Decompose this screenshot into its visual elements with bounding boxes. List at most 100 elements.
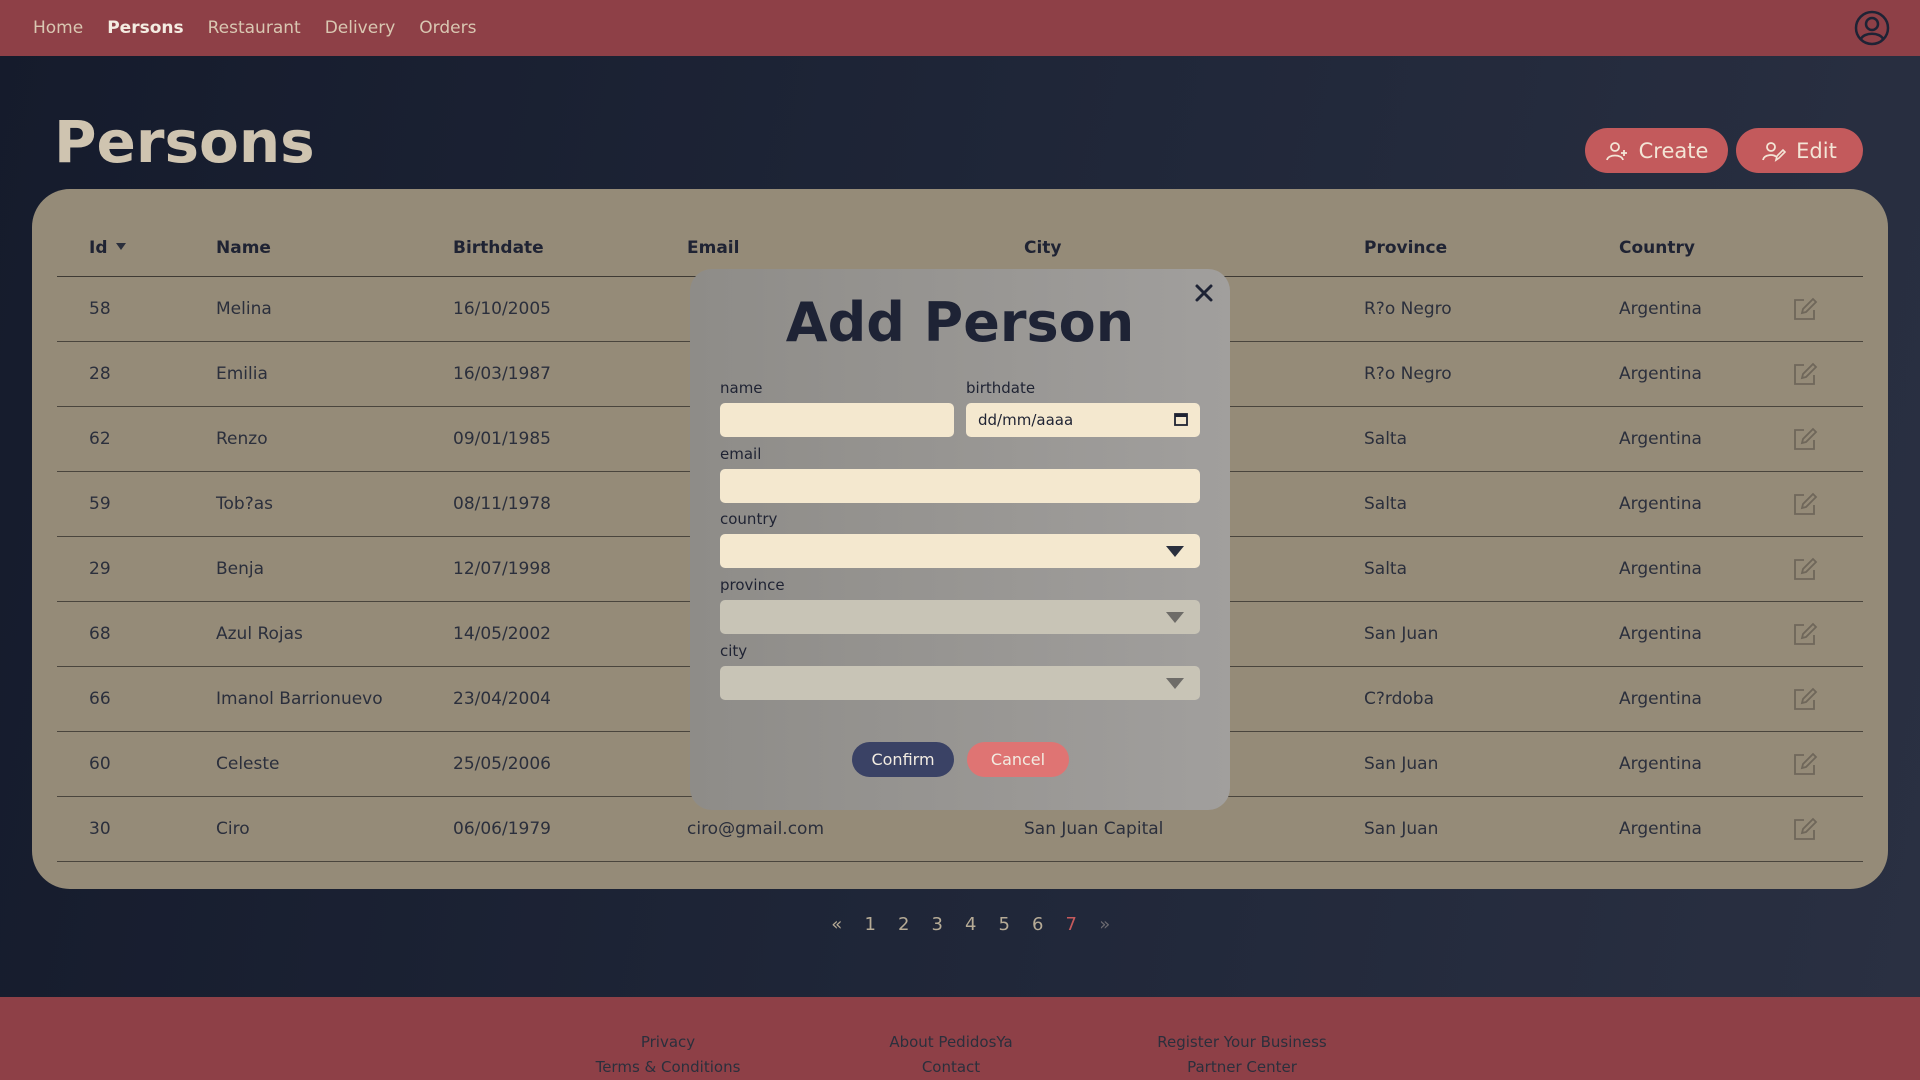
create-button[interactable]: Create [1585,128,1728,173]
column-header-name: Name [216,237,271,258]
cell-name: Celeste [216,754,280,774]
cell-province: Salta [1364,429,1408,449]
cell-name: Ciro [216,819,250,839]
create-button-label: Create [1638,138,1709,163]
country-select[interactable] [720,534,1200,568]
column-header-province: Province [1364,237,1448,258]
cell-id: 62 [89,429,111,449]
edit-row-icon[interactable] [1792,816,1818,842]
cell-id: 30 [89,819,111,839]
cell-name: Renzo [216,429,268,449]
cell-country: Argentina [1619,299,1702,319]
column-header-country: Country [1619,237,1695,258]
name-input[interactable] [720,403,954,437]
top-navbar: Home Persons Restaurant Delivery Orders [0,0,1920,56]
cell-id: 68 [89,624,111,644]
edit-row-icon[interactable] [1792,361,1818,387]
nav-item-delivery[interactable]: Delivery [325,18,396,38]
page-link-2[interactable]: 2 [887,914,921,935]
edit-row-icon[interactable] [1792,426,1818,452]
name-label: name [720,379,763,397]
cell-id: 66 [89,689,111,709]
page-link-3[interactable]: 3 [921,914,955,935]
cell-birthdate: 09/01/1985 [453,429,551,449]
cell-province: R?o Negro [1364,364,1452,384]
page-link-6[interactable]: 6 [1021,914,1055,935]
page-prev[interactable]: « [820,914,854,935]
cell-id: 28 [89,364,111,384]
cell-province: San Juan [1364,624,1439,644]
column-header-birthdate: Birthdate [453,237,544,258]
page-title: Persons [54,108,315,176]
cell-name: Tob?as [216,494,273,514]
footer-link-privacy[interactable]: Privacy [641,1033,695,1051]
email-input[interactable] [720,469,1200,503]
edit-row-icon[interactable] [1792,751,1818,777]
footer-link-contact[interactable]: Contact [922,1058,980,1076]
cell-country: Argentina [1619,754,1702,774]
cell-name: Melina [216,299,272,319]
cell-country: Argentina [1619,559,1702,579]
column-header-city: City [1024,237,1062,258]
province-select [720,600,1200,634]
cancel-button[interactable]: Cancel [967,742,1069,777]
country-label: country [720,510,778,528]
footer-link-terms[interactable]: Terms & Conditions [596,1058,741,1076]
cell-province: San Juan [1364,754,1439,774]
cell-name: Imanol Barrionuevo [216,689,383,709]
edit-button[interactable]: Edit [1736,128,1863,173]
sort-desc-icon[interactable] [115,242,126,250]
column-header-id[interactable]: Id [89,238,126,258]
city-label: city [720,642,748,660]
add-user-icon [1605,141,1627,160]
nav-item-restaurant[interactable]: Restaurant [208,18,301,38]
nav-item-home[interactable]: Home [33,18,83,38]
footer-link-partner-center[interactable]: Partner Center [1187,1058,1297,1076]
edit-row-icon[interactable] [1792,556,1818,582]
modal-title: Add Person [785,291,1135,354]
cell-id: 58 [89,299,111,319]
cell-birthdate: 06/06/1979 [453,819,551,839]
edit-row-icon[interactable] [1792,621,1818,647]
chevron-down-icon [1166,678,1184,689]
page-next: » [1099,913,1111,935]
cell-birthdate: 16/10/2005 [453,299,551,319]
cell-birthdate: 25/05/2006 [453,754,551,774]
cell-id: 29 [89,559,111,579]
nav-item-orders[interactable]: Orders [419,18,476,38]
cell-city: San Juan Capital [1024,819,1164,839]
page-link-4[interactable]: 4 [954,914,988,935]
email-label: email [720,445,762,463]
cell-country: Argentina [1619,494,1702,514]
birthdate-input[interactable]: dd/mm/aaaa [966,403,1200,437]
birthdate-placeholder: dd/mm/aaaa [978,411,1074,429]
edit-row-icon[interactable] [1792,686,1818,712]
cell-email: ciro@gmail.com [687,819,825,839]
edit-row-icon[interactable] [1792,296,1818,322]
edit-row-icon[interactable] [1792,491,1818,517]
cell-birthdate: 14/05/2002 [453,624,551,644]
footer-link-about[interactable]: About PedidosYa [889,1033,1012,1051]
user-account-icon[interactable] [1854,10,1890,46]
city-select [720,666,1200,700]
cell-id: 60 [89,754,111,774]
cell-province: San Juan [1364,819,1439,839]
column-header-email: Email [687,237,740,258]
cell-name: Emilia [216,364,268,384]
pagination: « 1 2 3 4 5 6 7 » [820,912,1122,936]
nav-item-persons[interactable]: Persons [107,18,183,38]
footer-link-register-business[interactable]: Register Your Business [1157,1033,1326,1051]
page-link-1[interactable]: 1 [854,914,888,935]
page-link-5[interactable]: 5 [988,914,1022,935]
confirm-button[interactable]: Confirm [852,742,954,777]
page-link-7-current[interactable]: 7 [1055,914,1089,935]
cell-province: R?o Negro [1364,299,1452,319]
add-person-modal: Add Person name birthdate dd/mm/aaaa ema… [690,269,1230,810]
cell-birthdate: 12/07/1998 [453,559,551,579]
cell-country: Argentina [1619,689,1702,709]
cell-country: Argentina [1619,429,1702,449]
calendar-icon[interactable] [1174,412,1188,426]
cell-country: Argentina [1619,624,1702,644]
cell-birthdate: 23/04/2004 [453,689,551,709]
province-label: province [720,576,785,594]
